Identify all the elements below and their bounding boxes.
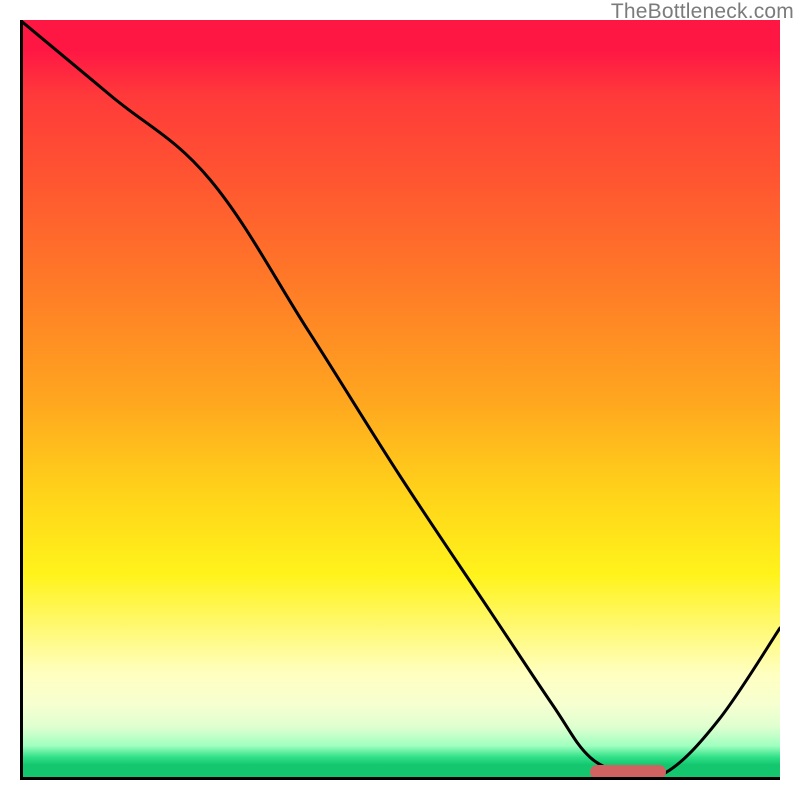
chart-container: TheBottleneck.com [0, 0, 800, 800]
optimal-range-marker [590, 765, 666, 779]
watermark-label: TheBottleneck.com [611, 0, 794, 24]
plot-area [20, 20, 780, 780]
heatmap-gradient [20, 20, 780, 780]
